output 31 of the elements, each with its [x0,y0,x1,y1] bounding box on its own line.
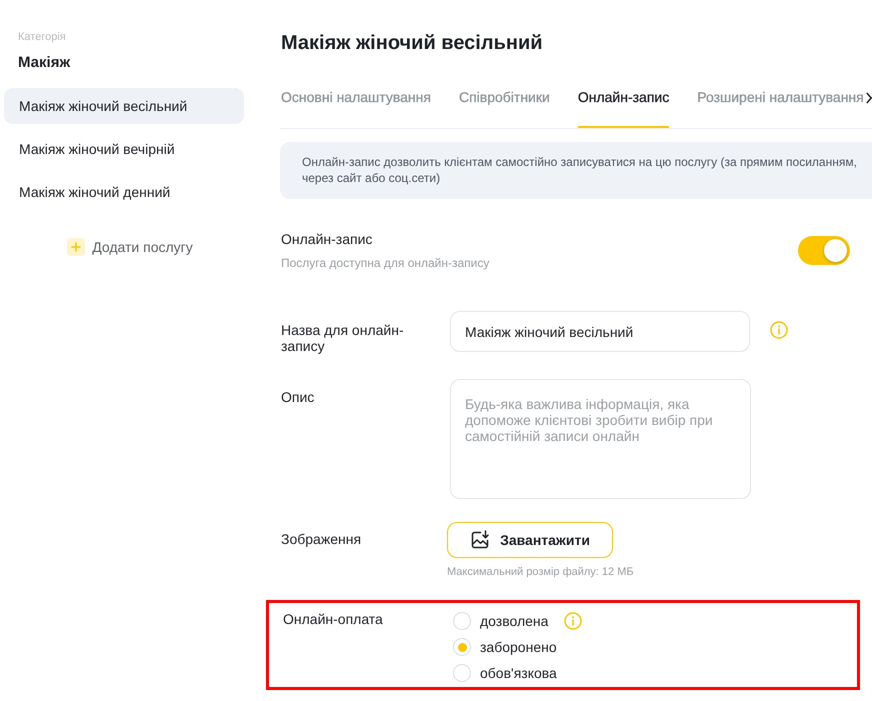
name-label: Назва для онлайн-запису [281,322,405,354]
description-field[interactable]: Будь-яка важлива інформація, яка допоможе клієнтові зробити вибір при самостійній записи онлайн [450,379,751,499]
info-icon[interactable] [564,612,582,630]
add-service-button[interactable]: Додати послугу [67,238,193,256]
service-item[interactable]: Макіяж жіночий денний [4,174,244,210]
description-label: Опис [281,389,316,405]
info-icon[interactable] [770,321,788,339]
name-field[interactable]: Макіяж жіночий весільний [450,311,750,352]
file-size-hint: Максимальний розмір файлу: 12 МБ [447,566,634,579]
radio-label[interactable]: дозволена [480,613,548,629]
radio-button[interactable] [453,664,471,682]
radio-label[interactable]: обов'язкова [480,665,557,681]
image-upload-icon [470,530,490,550]
online-payment-label: Онлайн-оплата [283,611,384,627]
radio-button[interactable] [453,612,471,630]
service-item[interactable]: Макіяж жіночий весільний [4,88,244,124]
image-label: Зображення [281,531,362,547]
tab[interactable]: Онлайн-запис [578,89,670,128]
category-caption: Категорія [17,30,67,44]
radio-button[interactable] [453,638,471,656]
upload-button[interactable]: Завантажити [447,522,613,558]
page-title: Макіяж жіночий весільний [280,31,544,55]
online-booking-label: Онлайн-запис [281,231,374,248]
online-booking-hint: Послуга доступна для онлайн-запису [281,256,490,271]
category-name: Макіяж [17,54,72,72]
service-item[interactable]: Макіяж жіночий вечірній [4,131,244,167]
info-text: Онлайн-запис дозволить клієнтам самостійно записуватися на цю послугу (за прямим посиланням, через сайт або соц.сети) [302,154,858,186]
plus-icon [67,238,86,256]
chevron-right-icon[interactable] [866,92,872,104]
radio-label[interactable]: заборонено [480,639,557,655]
toggle-switch[interactable] [798,236,850,265]
